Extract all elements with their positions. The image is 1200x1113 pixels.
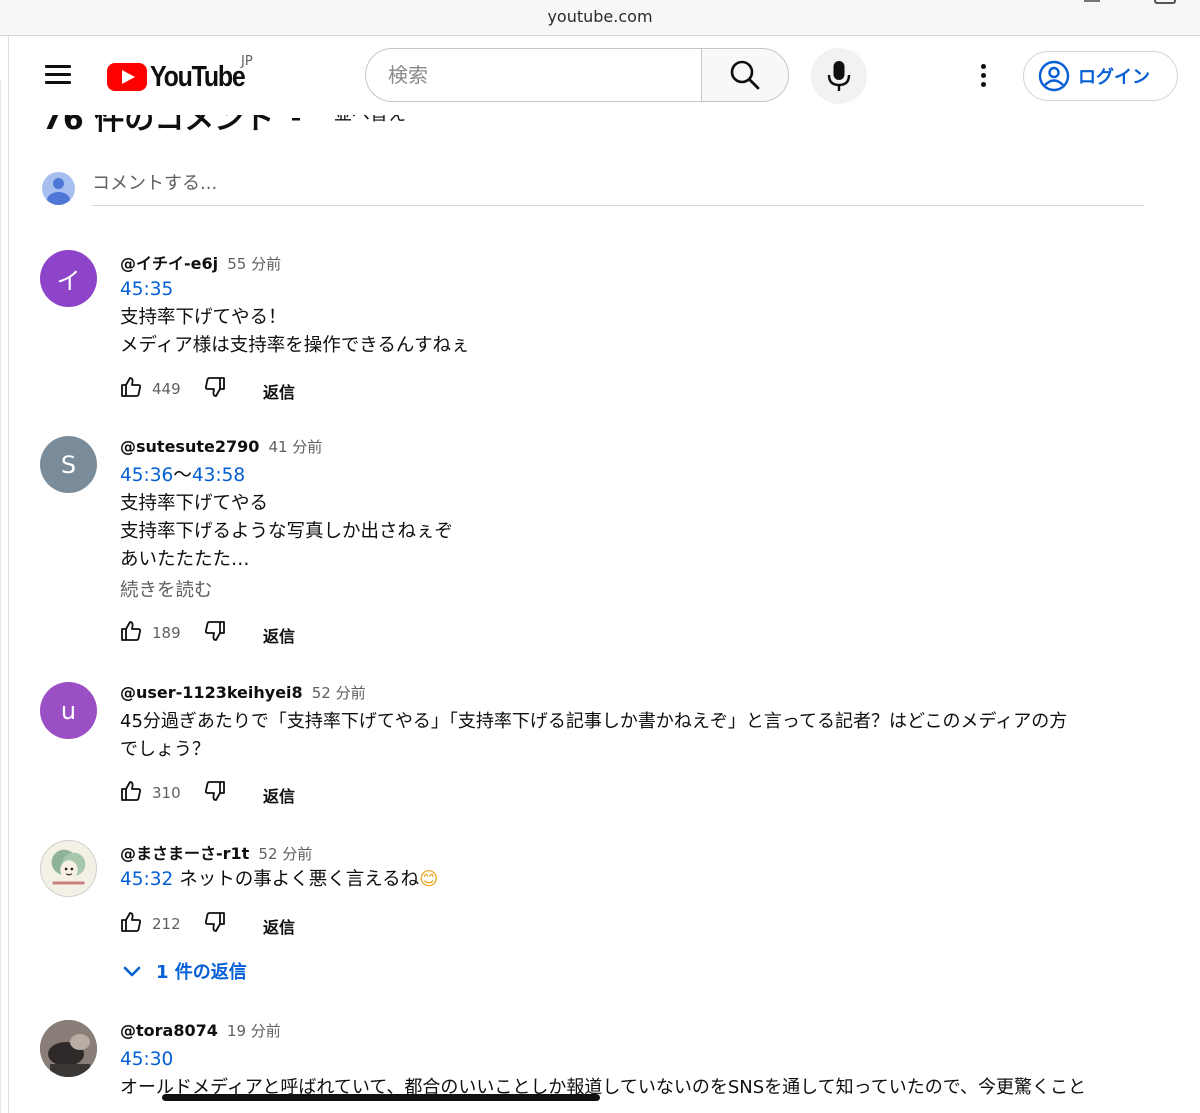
like-count: 212 bbox=[152, 915, 181, 933]
page-edge-divider bbox=[8, 36, 9, 1113]
comment-author[interactable]: @イチイ-e6j bbox=[120, 254, 218, 273]
reply-button[interactable]: 返信 bbox=[263, 914, 295, 938]
avatar-letter: S bbox=[60, 450, 77, 479]
menu-button[interactable] bbox=[45, 62, 71, 86]
comment-text-line: 45分過ぎあたりで「支持率下げてやる」「支持率下げる記事しか書かねえぞ」と言って… bbox=[120, 711, 1068, 732]
thumb-up-icon bbox=[121, 621, 141, 641]
like-count: 310 bbox=[152, 784, 181, 802]
commenter-avatar[interactable]: u bbox=[40, 682, 97, 739]
like-button[interactable] bbox=[120, 911, 142, 937]
comment-author[interactable]: @sutesute2790 bbox=[120, 437, 259, 456]
like-count: 449 bbox=[152, 380, 181, 398]
comment-time[interactable]: 52 分前 bbox=[312, 684, 366, 702]
account-circle-icon bbox=[1038, 60, 1070, 92]
commenter-avatar[interactable]: イ bbox=[40, 250, 97, 307]
like-count: 189 bbox=[152, 624, 181, 642]
avatar-letter: イ bbox=[56, 267, 81, 295]
current-user-avatar bbox=[42, 172, 75, 205]
timestamp-separator: 〜 bbox=[173, 465, 192, 486]
search-input[interactable] bbox=[366, 49, 701, 101]
video-timestamp-link[interactable]: 45:35 bbox=[120, 279, 173, 300]
share-icon[interactable] bbox=[1084, 0, 1100, 2]
avatar-body bbox=[47, 192, 70, 205]
thumb-down-icon bbox=[205, 781, 225, 801]
comment-author[interactable]: @user-1123keihyei8 bbox=[120, 683, 303, 702]
thumb-down-icon bbox=[205, 377, 225, 397]
comment-author[interactable]: @まさまーさ-r1t bbox=[120, 844, 249, 863]
comment-text-line: 支持率下げるような写真しか出さねぇぞ bbox=[120, 521, 454, 542]
comment-time[interactable]: 52 分前 bbox=[258, 845, 312, 863]
thumb-up-icon bbox=[121, 377, 141, 397]
search-icon bbox=[730, 60, 760, 90]
dislike-button[interactable] bbox=[204, 620, 226, 646]
read-more-link[interactable]: 続きを読む bbox=[120, 576, 1160, 606]
login-label: ログイン bbox=[1078, 67, 1150, 88]
smiling-face-emoji: 😊 bbox=[419, 869, 439, 890]
search-box[interactable] bbox=[365, 48, 701, 102]
youtube-header: YouTube JP ログイン bbox=[9, 37, 1200, 115]
like-button[interactable] bbox=[120, 780, 142, 806]
video-timestamp-link[interactable]: 45:30 bbox=[120, 1049, 173, 1070]
menu-icon-bar bbox=[45, 73, 71, 76]
page-edge-divider-outer bbox=[0, 80, 1, 1113]
microphone-icon bbox=[827, 61, 851, 91]
show-replies-button[interactable]: 1 件の返信 bbox=[120, 958, 247, 984]
tabs-icon[interactable] bbox=[1154, 0, 1176, 4]
comment-time[interactable]: 55 分前 bbox=[227, 255, 281, 273]
comment-text-line: あいたたたた… bbox=[120, 549, 250, 570]
login-button[interactable]: ログイン bbox=[1023, 51, 1178, 101]
comment-time[interactable]: 19 分前 bbox=[227, 1022, 281, 1040]
commenter-avatar[interactable] bbox=[40, 840, 97, 897]
voice-search-button[interactable] bbox=[811, 48, 867, 104]
chevron-down-icon bbox=[123, 966, 141, 977]
commenter-avatar[interactable] bbox=[40, 1020, 97, 1077]
region-code: JP bbox=[241, 54, 253, 69]
home-indicator bbox=[162, 1094, 600, 1101]
browser-url[interactable]: youtube.com bbox=[0, 7, 1200, 26]
more-options-button[interactable] bbox=[971, 61, 995, 91]
reply-button[interactable]: 返信 bbox=[263, 623, 295, 647]
thumb-up-icon bbox=[121, 912, 141, 932]
replies-count-label: 1 件の返信 bbox=[156, 962, 247, 983]
search-button[interactable] bbox=[701, 48, 789, 102]
video-timestamp-link[interactable]: 45:32 bbox=[120, 869, 173, 890]
dislike-button[interactable] bbox=[204, 780, 226, 806]
profile-picture-image bbox=[40, 1020, 97, 1077]
comment-text-line: でしょう？ bbox=[120, 739, 210, 760]
youtube-logo[interactable]: YouTube JP bbox=[107, 54, 260, 95]
comment-time[interactable]: 41 分前 bbox=[268, 438, 322, 456]
profile-picture-image bbox=[51, 849, 86, 885]
thumb-down-icon bbox=[205, 912, 225, 932]
browser-url-bar[interactable]: youtube.com bbox=[0, 0, 1200, 36]
youtube-logo-icon bbox=[107, 63, 147, 91]
comment-text-line: メディア様は支持率を操作できるんすねぇ bbox=[120, 335, 470, 356]
dislike-button[interactable] bbox=[204, 376, 226, 402]
dislike-button[interactable] bbox=[204, 911, 226, 937]
thumb-down-icon bbox=[205, 621, 225, 641]
comment-text-line: 支持率下げてやる！ bbox=[120, 307, 287, 328]
like-button[interactable] bbox=[120, 620, 142, 646]
thumb-up-icon bbox=[121, 781, 141, 801]
menu-icon bbox=[45, 65, 71, 68]
add-comment-input[interactable]: コメントする... bbox=[92, 168, 1144, 206]
avatar-head bbox=[53, 178, 64, 189]
comment-author[interactable]: @tora8074 bbox=[120, 1021, 218, 1040]
reply-button[interactable]: 返信 bbox=[263, 783, 295, 807]
comment-text-line: ネットの事よく悪く言えるね bbox=[173, 869, 420, 890]
menu-icon-bar bbox=[45, 81, 71, 84]
avatar-letter: u bbox=[60, 696, 77, 725]
video-timestamp-link[interactable]: 43:58 bbox=[192, 465, 245, 486]
comment-text-line: 支持率下げてやる bbox=[120, 493, 269, 514]
youtube-logo-text: YouTube bbox=[150, 60, 246, 93]
reply-button[interactable]: 返信 bbox=[263, 379, 295, 403]
like-button[interactable] bbox=[120, 376, 142, 402]
commenter-avatar[interactable]: S bbox=[40, 436, 97, 493]
more-vert-icon-dot bbox=[981, 82, 986, 87]
more-vert-icon bbox=[981, 64, 986, 69]
more-vert-icon-dot bbox=[981, 73, 986, 78]
add-comment-placeholder: コメントする... bbox=[92, 173, 218, 194]
video-timestamp-link[interactable]: 45:36 bbox=[120, 465, 173, 486]
